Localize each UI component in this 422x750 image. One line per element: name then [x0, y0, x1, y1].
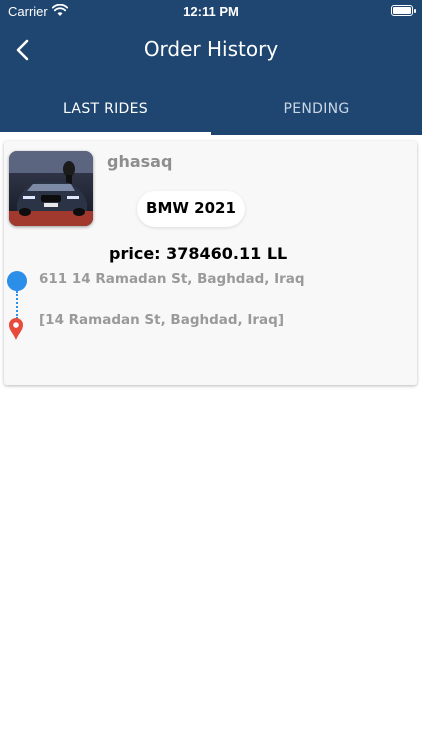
- tab-pending[interactable]: PENDING: [211, 90, 422, 135]
- tab-last-rides[interactable]: LAST RIDES: [0, 90, 211, 135]
- map-pin-icon: [9, 318, 23, 340]
- active-tab-indicator: [0, 132, 211, 135]
- status-time: 12:11 PM: [183, 4, 239, 19]
- pickup-dot-icon: [7, 271, 27, 291]
- driver-username: ghasaq: [107, 152, 173, 171]
- tab-pending-label: PENDING: [283, 101, 350, 117]
- dropoff-address: [14 Ramadan St, Baghdad, Iraq]: [39, 312, 284, 328]
- status-bar: Carrier 12:11 PM: [0, 0, 422, 24]
- tab-last-rides-label: LAST RIDES: [63, 101, 148, 117]
- route-line: [16, 291, 18, 319]
- page-title: Order History: [143, 37, 279, 61]
- car-model-badge: BMW 2021: [137, 191, 245, 227]
- tab-bar: LAST RIDES PENDING: [0, 90, 422, 135]
- ride-card[interactable]: ghasaq BMW 2021 price: 378460.11 LL 611 …: [4, 141, 417, 385]
- pickup-address: 611 14 Ramadan St, Baghdad, Iraq: [39, 271, 305, 287]
- header-bar: Order History: [0, 24, 422, 90]
- ride-price: price: 378460.11 LL: [109, 244, 288, 263]
- battery-icon: [391, 5, 416, 16]
- car-photo: [9, 151, 93, 226]
